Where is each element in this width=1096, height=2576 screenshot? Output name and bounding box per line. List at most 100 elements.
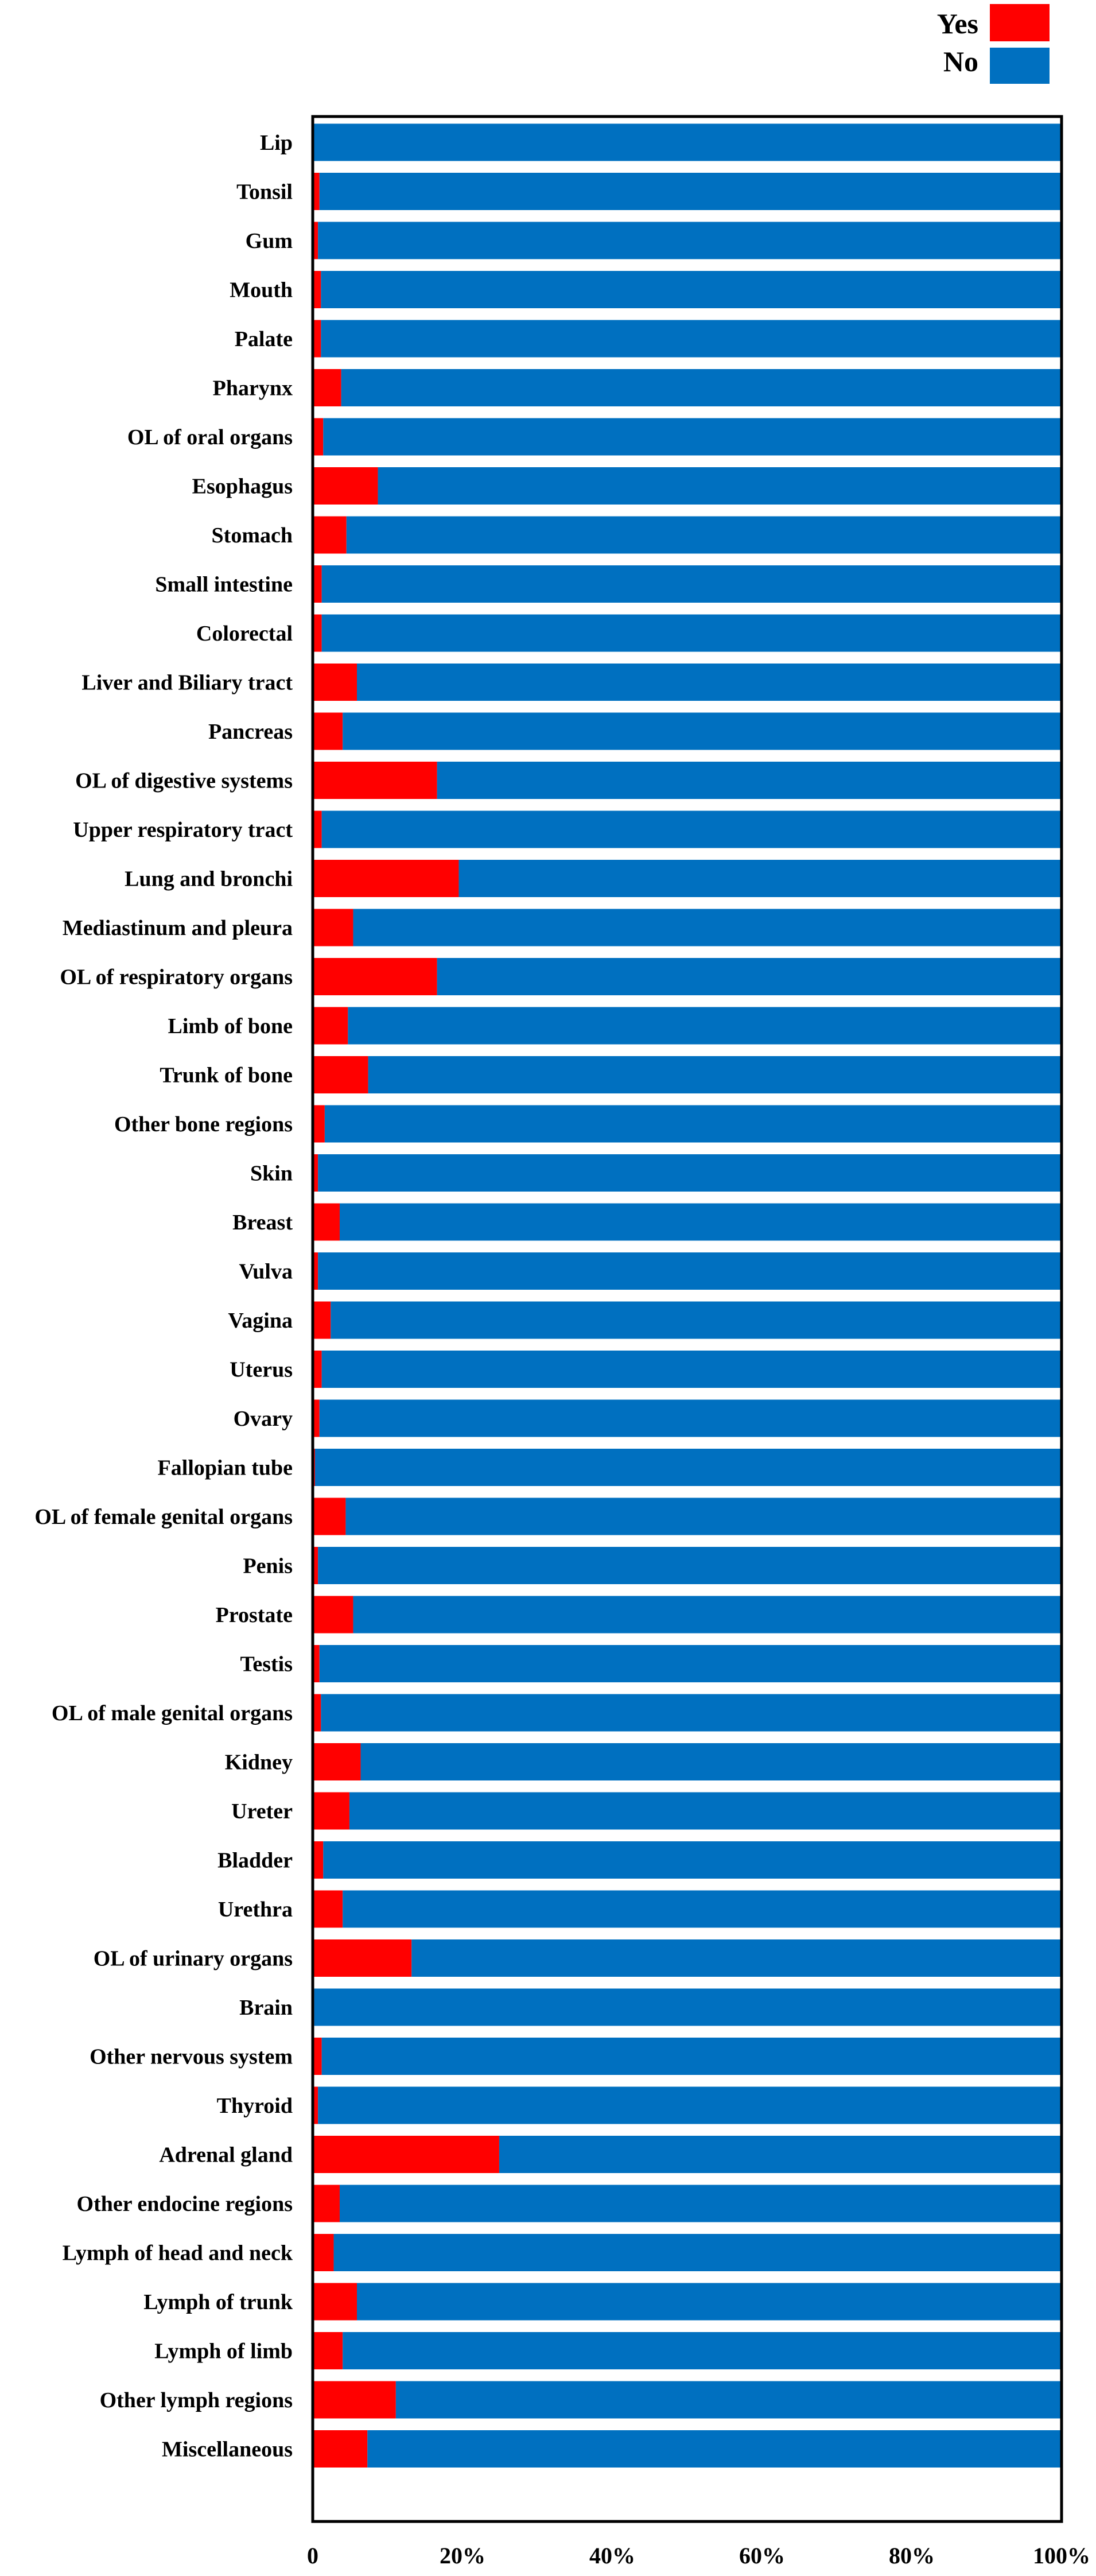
bar-segment-yes [313,762,437,799]
category-label: Brain [239,1996,293,2020]
legend: Yes No [937,4,1050,84]
bar-segment-yes [313,418,324,456]
bar-segment-yes [313,1841,324,1879]
category-label: Gum [246,229,293,253]
bar-segment-no [319,173,1062,210]
category-label: Ureter [231,1799,293,1824]
category-label: Upper respiratory tract [73,818,293,842]
bar-segment-no [367,2430,1062,2468]
category-label: OL of urinary organs [94,1947,293,1971]
legend-swatch-yes [990,4,1050,41]
category-label: Tonsil [236,180,293,204]
bar-segment-no [378,467,1062,505]
bar-segment-no [348,1007,1062,1045]
bar-segment-no [319,1399,1062,1437]
category-label: OL of digestive systems [75,769,293,793]
bar-segment-no [321,2038,1062,2075]
bar-segment-no [314,1449,1062,1486]
bar-segment-yes [313,467,378,505]
bar-segment-yes [313,1890,343,1928]
category-label: Thyroid [217,2094,293,2118]
bar-segment-yes [313,1939,412,1977]
bar-segment-yes [313,1007,348,1045]
category-label: Breast [232,1211,293,1235]
bar-segment-no [321,271,1062,308]
bar-segment-no [321,1351,1062,1388]
bar-segment-no [346,516,1062,554]
bar-segment-no [333,2234,1062,2271]
bar-segment-no [321,614,1062,652]
bar-segment-yes [313,1056,368,1093]
category-label: Vulva [239,1260,293,1284]
bar-segment-no [395,2381,1062,2419]
category-label: Lung and bronchi [125,867,293,891]
category-label: Prostate [216,1603,293,1627]
x-tick-label: 0 [307,2543,318,2569]
bar-segment-yes [313,664,357,701]
bars [313,123,1062,2468]
category-label: Small intestine [155,573,293,597]
bar-segment-no [360,1743,1062,1780]
bar-segment-no [321,810,1062,848]
bar-segment-no [318,1547,1062,1584]
bar-segment-yes [313,958,437,995]
category-label: Bladder [217,1849,293,1873]
bar-segment-yes [313,1792,349,1830]
bar-segment-yes [313,1105,325,1143]
bar-segment-yes [313,2283,357,2321]
bar-segment-yes [313,2430,368,2468]
bar-segment-no [343,1890,1062,1928]
category-label: Lip [260,131,293,155]
bar-segment-yes [313,369,341,406]
category-label: OL of oral organs [127,425,293,449]
bar-segment-yes [313,516,347,554]
bar-segment-no [458,860,1062,897]
bar-segment-no [411,1939,1062,1977]
legend-label-no: No [943,45,978,77]
bar-segment-no [321,320,1062,358]
bar-segment-no [314,1988,1062,2026]
bar-segment-no [341,369,1062,406]
bar-segment-yes [313,1498,346,1535]
bar-segment-yes [313,1301,331,1339]
bar-segment-no [499,2136,1062,2173]
category-label: Mediastinum and pleura [63,916,293,940]
category-label: Kidney [225,1751,293,1775]
bar-segment-yes [313,2136,499,2173]
x-tick-label: 60% [739,2543,785,2569]
x-tick-label: 100% [1033,2543,1090,2569]
bar-segment-no [323,1841,1062,1879]
bar-segment-yes [313,909,353,946]
category-label: Other lymph regions [100,2388,293,2412]
bar-segment-yes [313,1743,361,1780]
category-label: Vagina [228,1309,293,1333]
x-tick-label: 80% [889,2543,935,2569]
category-label: Trunk of bone [160,1064,293,1088]
bar-segment-yes [313,712,343,750]
bar-segment-no [319,1645,1062,1682]
category-label: Colorectal [196,622,293,646]
category-label: Fallopian tube [158,1456,293,1480]
bar-segment-no [318,2086,1062,2124]
bar-segment-no [324,1105,1062,1143]
category-label: Miscellaneous [162,2438,293,2462]
bar-segment-no [368,1056,1062,1093]
bar-segment-no [353,909,1062,946]
category-label: Other endocine regions [77,2192,293,2216]
bar-segment-yes [313,2185,340,2222]
category-label: Penis [243,1554,293,1578]
category-label: Liver and Biliary tract [81,671,293,695]
bar-segment-no [318,222,1062,259]
category-label: Pharynx [213,377,293,401]
category-label: Uterus [230,1358,293,1382]
category-label: Stomach [212,523,293,548]
x-tick-label: 20% [440,2543,485,2569]
bar-segment-no [318,1252,1062,1290]
category-label: OL of respiratory organs [60,965,293,990]
category-label: Lymph of limb [154,2340,293,2364]
legend-swatch-no [990,48,1050,84]
bar-segment-yes [313,1203,340,1241]
bar-segment-yes [313,2381,396,2419]
bar-segment-no [349,1792,1062,1830]
bar-segment-no [437,762,1062,799]
